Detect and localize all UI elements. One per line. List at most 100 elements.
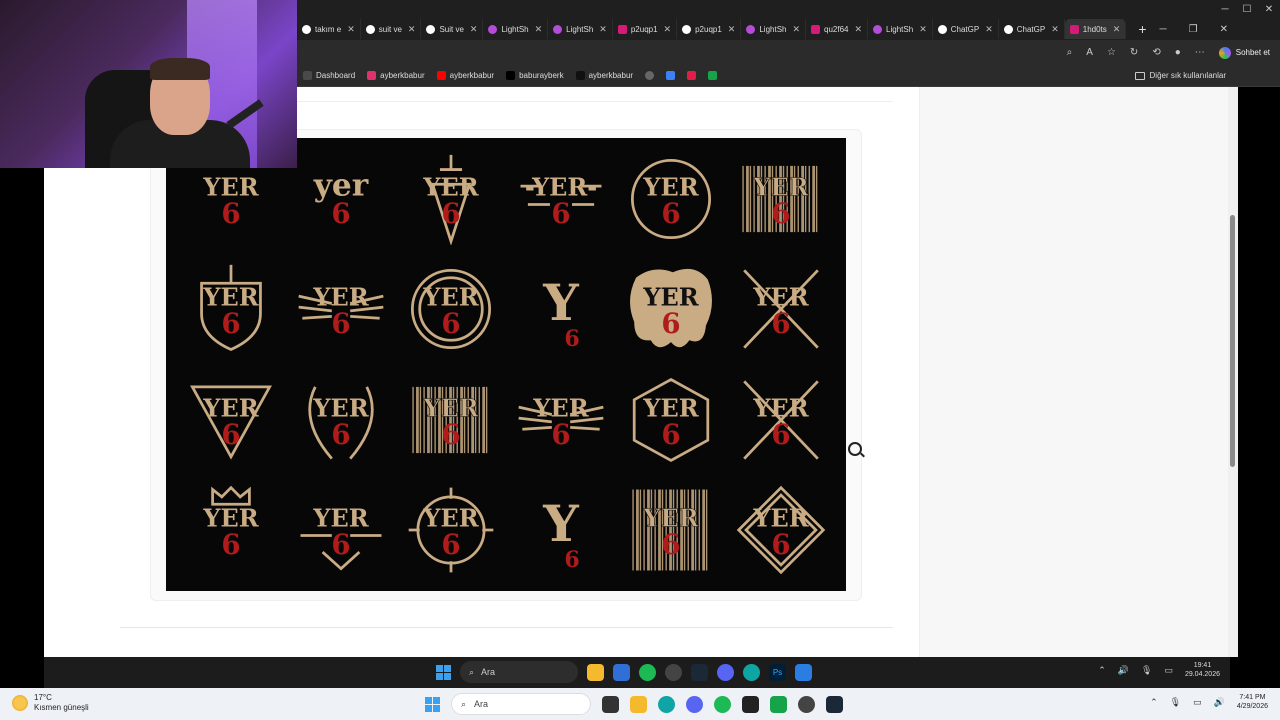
tray-chevron-icon[interactable]: ⌃ <box>1098 665 1106 676</box>
svg-text:6: 6 <box>771 418 790 451</box>
browser-tab[interactable]: LightSh ✕ <box>741 19 807 39</box>
logo-emblem: YER6 <box>743 380 819 460</box>
browser-tab[interactable]: Suit ve ✕ <box>421 19 484 39</box>
browser-tab[interactable]: takım e ✕ <box>297 19 361 39</box>
weather-widget[interactable]: 17°C Kısmen güneşli <box>12 693 89 713</box>
minimize-icon[interactable]: ─ <box>1160 24 1167 35</box>
spotify-icon[interactable] <box>639 663 656 681</box>
tab-close-icon[interactable]: ✕ <box>1051 24 1059 35</box>
tab-close-icon[interactable]: ✕ <box>599 24 607 35</box>
bookmark-link[interactable]: ayberkbabur <box>361 71 430 80</box>
tab-close-icon[interactable]: ✕ <box>470 24 478 35</box>
bookmark-label: ayberkbabur <box>449 71 495 80</box>
bookmark-icon-link[interactable] <box>681 71 702 80</box>
read-aloud-icon[interactable]: A <box>1086 47 1093 58</box>
browser-tab[interactable]: qu2f64 ✕ <box>806 19 869 39</box>
yer6-logo: YER 6 <box>396 365 506 475</box>
tab-strip: takım e ✕ suit ve ✕ Suit ve ✕ LightSh ✕ LightSh ✕… <box>297 18 1280 40</box>
browser-titlebar: ─ ☐ ✕ <box>297 0 1280 18</box>
browser-tab[interactable]: ChatGP ✕ <box>999 19 1065 39</box>
inner-search-box[interactable]: ⌕ Ara <box>460 661 578 683</box>
svg-text:6: 6 <box>661 307 680 340</box>
page-scrollbar[interactable] <box>1228 87 1238 657</box>
steam-icon[interactable] <box>691 663 708 681</box>
tab-favicon-icon <box>426 24 436 34</box>
task-view-icon[interactable] <box>602 695 619 713</box>
logo-emblem: YER6 <box>412 386 488 453</box>
outer-search-box[interactable]: ⌕ Ara <box>451 693 591 715</box>
browser-tab[interactable]: ChatGP ✕ <box>933 19 999 39</box>
photos-icon[interactable] <box>613 663 630 681</box>
volume-icon[interactable]: 🔊 <box>1214 697 1225 708</box>
new-tab-button[interactable]: + <box>1126 21 1158 37</box>
app-icon[interactable] <box>770 695 787 713</box>
terminal-icon[interactable] <box>742 695 759 713</box>
edge-icon[interactable] <box>743 663 760 681</box>
mic-icon[interactable]: 🎙 <box>1170 697 1181 708</box>
browser-tab[interactable]: p2uqp1 ✕ <box>677 19 742 39</box>
tab-close-icon[interactable]: ✕ <box>855 24 863 35</box>
svg-text:6: 6 <box>221 528 240 561</box>
volume-icon[interactable]: 🔊 <box>1118 665 1129 676</box>
file-explorer-icon[interactable] <box>630 695 647 713</box>
minimize-icon[interactable]: ─ <box>1214 0 1236 18</box>
restore-icon[interactable]: ❐ <box>1189 24 1198 35</box>
browser-tab[interactable]: LightSh ✕ <box>483 19 549 39</box>
tab-close-icon[interactable]: ✕ <box>1113 24 1121 35</box>
bookmark-link[interactable]: ayberkbabur <box>570 71 639 80</box>
app-icon[interactable] <box>795 663 812 681</box>
inner-clock[interactable]: 19:41 29.04.2026 <box>1185 661 1220 679</box>
maximize-icon[interactable]: ☐ <box>1236 0 1258 18</box>
display-icon[interactable]: ▭ <box>1164 665 1173 676</box>
discord-icon[interactable] <box>717 663 734 681</box>
discord-icon[interactable] <box>686 695 703 713</box>
bookmark-icon-link[interactable] <box>660 71 681 80</box>
bookmark-link[interactable]: baburayberk <box>500 71 569 80</box>
windows-start-icon[interactable] <box>436 664 451 680</box>
browser-tab[interactable]: LightSh ✕ <box>868 19 933 39</box>
tab-close-icon[interactable]: ✕ <box>728 24 736 35</box>
history-icon[interactable]: ⟲ <box>1152 47 1160 58</box>
photoshop-icon[interactable]: Ps <box>769 663 786 681</box>
tab-close-icon[interactable]: ✕ <box>985 24 993 35</box>
bookmark-icon-link[interactable] <box>702 71 723 80</box>
browser-tab[interactable]: suit ve ✕ <box>361 19 422 39</box>
bookmark-link[interactable]: Dashboard <box>297 71 361 80</box>
mic-icon[interactable]: 🎙 <box>1141 665 1152 676</box>
file-explorer-icon[interactable] <box>587 663 604 681</box>
other-favorites[interactable]: Diğer sık kullanılanlar <box>1134 71 1280 80</box>
close-icon[interactable]: ✕ <box>1220 24 1228 35</box>
logo-sheet-image[interactable]: YER 6 yer 6 YER 6 -YER- 6 YER 6 YER 6 YER 6 YER 6 YER 6 Y 6… <box>166 138 846 591</box>
browser-tab[interactable]: 1hd0ts ✕ <box>1064 19 1127 39</box>
edge-icon[interactable] <box>658 695 675 713</box>
favorite-star-icon[interactable]: ☆ <box>1107 47 1116 58</box>
browser-tab[interactable]: p2uqp1 ✕ <box>613 19 678 39</box>
github-icon[interactable] <box>665 663 682 681</box>
obs-icon[interactable] <box>798 695 815 713</box>
bookmark-link[interactable]: ayberkbabur <box>431 71 500 80</box>
copilot-chat-button[interactable]: Sohbet et <box>1218 46 1270 59</box>
network-icon[interactable]: ▭ <box>1193 697 1202 708</box>
scroll-thumb[interactable] <box>1230 215 1235 467</box>
tray-chevron-icon[interactable]: ⌃ <box>1150 697 1158 708</box>
profile-icon[interactable]: ● <box>1175 47 1181 58</box>
tab-close-icon[interactable]: ✕ <box>792 24 800 35</box>
tab-close-icon[interactable]: ✕ <box>347 24 355 35</box>
browser-tab[interactable]: LightSh ✕ <box>548 19 613 39</box>
zoom-icon[interactable]: ⌕ <box>1067 47 1073 58</box>
tab-close-icon[interactable]: ✕ <box>535 24 543 35</box>
tab-favicon-icon <box>488 24 498 34</box>
windows-start-icon[interactable] <box>425 696 440 712</box>
inner-search-label: Ara <box>481 667 496 677</box>
more-options-icon[interactable]: ⋯ <box>1195 47 1205 58</box>
zoom-in-icon[interactable] <box>848 442 862 456</box>
steam-icon[interactable] <box>826 695 843 713</box>
tab-close-icon[interactable]: ✕ <box>919 24 927 35</box>
spotify-icon[interactable] <box>714 695 731 713</box>
tab-close-icon[interactable]: ✕ <box>664 24 672 35</box>
outer-clock[interactable]: 7:41 PM 4/29/2026 <box>1237 693 1268 711</box>
tab-close-icon[interactable]: ✕ <box>408 24 416 35</box>
refresh-icon[interactable]: ↻ <box>1130 47 1138 58</box>
close-icon[interactable]: ✕ <box>1258 0 1280 18</box>
bookmark-icon-link[interactable] <box>639 71 660 80</box>
